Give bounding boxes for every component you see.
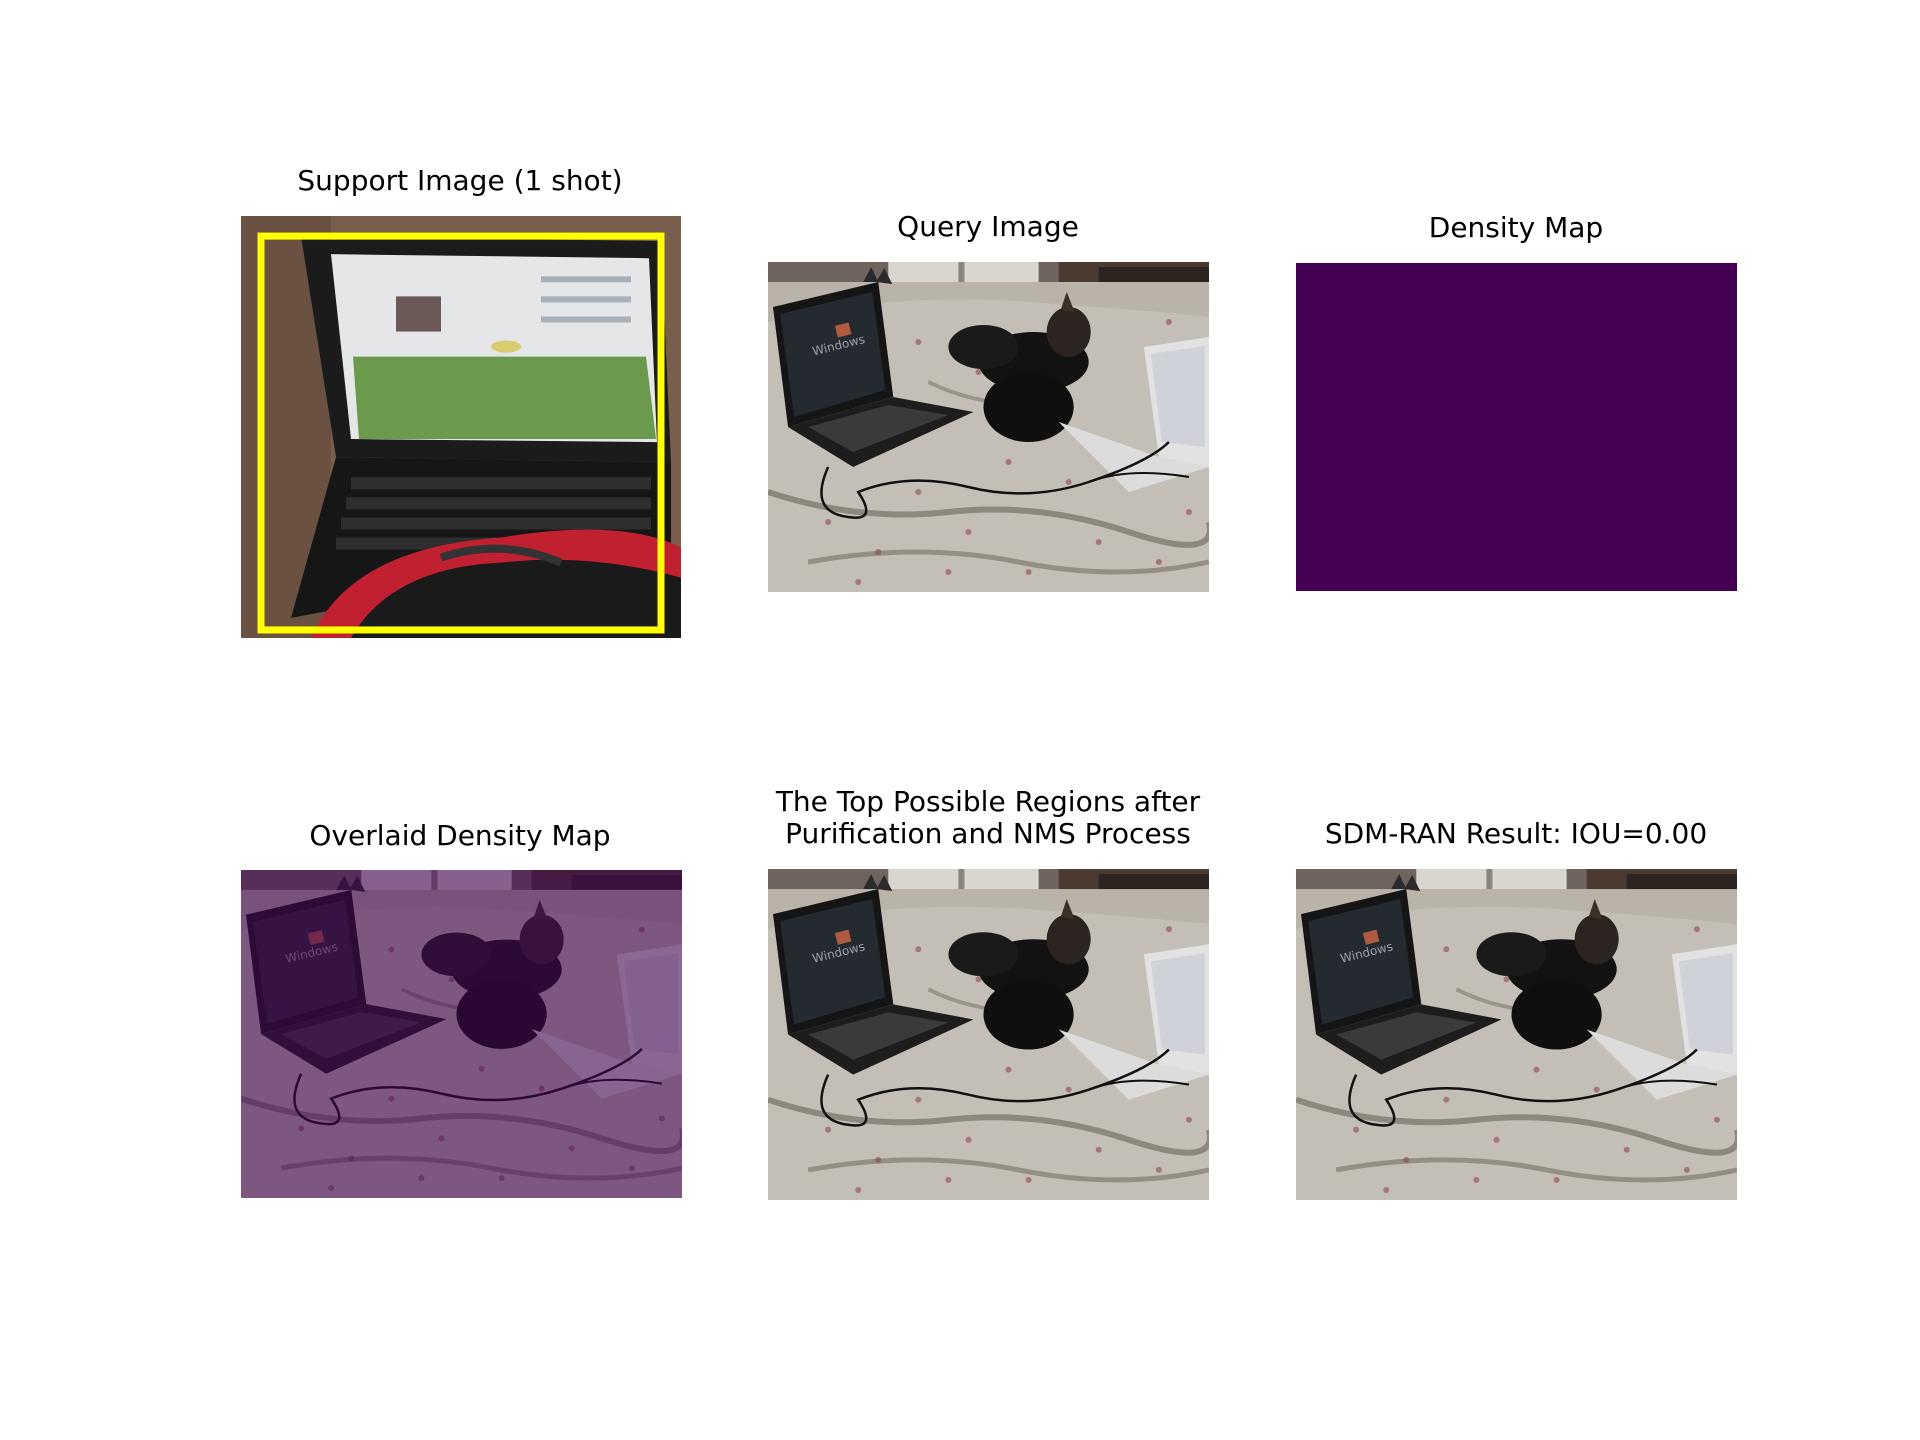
sdm-ran-result-image (1296, 869, 1737, 1200)
top-regions-title: The Top Possible Regions after Purificat… (708, 786, 1268, 850)
top-regions-title-line2: Purification and NMS Process (785, 817, 1191, 850)
overlaid-bed-illustration (241, 870, 682, 1198)
query-image-title: Query Image (897, 210, 1079, 243)
top-regions-bed-illustration (768, 869, 1209, 1200)
overlaid-density-map (241, 870, 682, 1198)
support-laptop-illustration (241, 216, 681, 638)
top-regions-title-line1: The Top Possible Regions after (775, 785, 1201, 818)
query-image (768, 262, 1209, 592)
support-image-title: Support Image (1 shot) (297, 164, 623, 197)
overlaid-density-map-title: Overlaid Density Map (309, 819, 611, 852)
support-image (241, 216, 681, 638)
result-bed-illustration (1296, 869, 1737, 1200)
density-map (1296, 263, 1737, 591)
query-bed-illustration (768, 262, 1209, 592)
density-map-title: Density Map (1428, 211, 1604, 244)
sdm-ran-result-title: SDM-RAN Result: IOU=0.00 (1324, 817, 1708, 850)
top-regions-image (768, 869, 1209, 1200)
